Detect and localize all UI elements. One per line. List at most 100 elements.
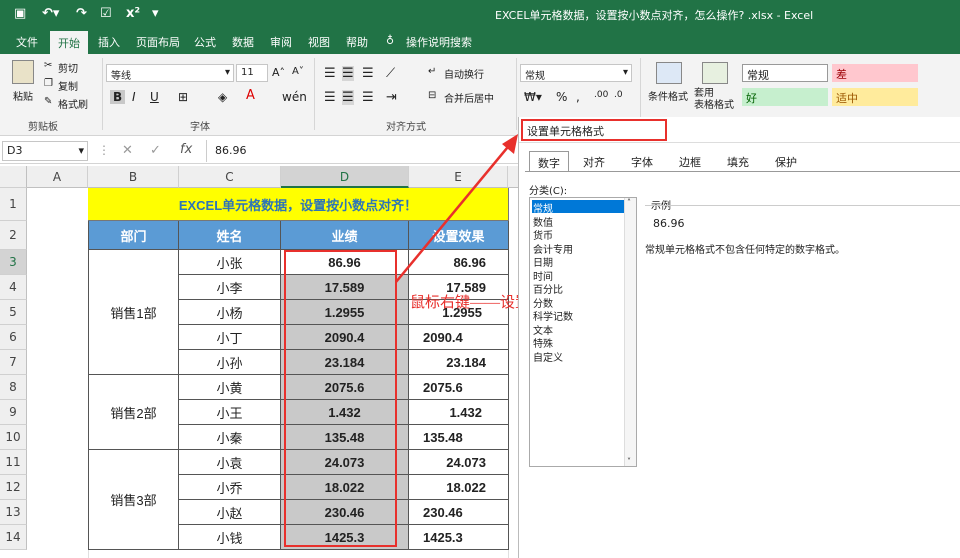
category-item[interactable]: 文本 bbox=[532, 322, 624, 337]
number-format-select[interactable]: 常规 ▾ bbox=[520, 64, 632, 82]
format-painter-icon[interactable]: ✎ bbox=[44, 96, 52, 107]
row-header-13[interactable]: 13 bbox=[0, 500, 27, 525]
category-item[interactable]: 数值 bbox=[532, 214, 624, 229]
row-header-12[interactable]: 12 bbox=[0, 475, 27, 500]
effect-cell[interactable]: 2075.6 bbox=[409, 375, 509, 400]
cut-icon[interactable]: ✂ bbox=[44, 60, 52, 71]
save-icon[interactable]: ▣ bbox=[14, 6, 26, 21]
header-name[interactable]: 姓名 bbox=[179, 221, 281, 250]
cut-button[interactable]: 剪切 bbox=[58, 60, 78, 75]
align-bottom-icon[interactable]: ☰ bbox=[362, 66, 374, 81]
tab-help[interactable]: 帮助 bbox=[344, 34, 370, 50]
category-list[interactable]: 常规 数值 货币 会计专用 日期 时间 百分比 分数 科学记数 文本 特殊 自定义 ˄ ˅ bbox=[529, 197, 637, 467]
name-cell[interactable]: 小孙 bbox=[179, 350, 281, 375]
header-department[interactable]: 部门 bbox=[88, 221, 179, 250]
department-cell[interactable]: 销售2部 bbox=[88, 375, 179, 450]
row-header-6[interactable]: 6 bbox=[0, 325, 27, 350]
category-item[interactable]: 会计专用 bbox=[532, 241, 624, 256]
category-item[interactable]: 分数 bbox=[532, 295, 624, 310]
conditional-format-button[interactable]: 条件格式 bbox=[648, 88, 688, 103]
category-item[interactable]: 时间 bbox=[532, 268, 624, 283]
dialog-tab-alignment[interactable]: 对齐 bbox=[575, 151, 613, 171]
row-header-10[interactable]: 10 bbox=[0, 425, 27, 450]
row-header-9[interactable]: 9 bbox=[0, 400, 27, 425]
enter-icon[interactable]: ✓ bbox=[150, 143, 161, 158]
redo-icon[interactable]: ↷ bbox=[76, 6, 87, 21]
paste-button[interactable]: 粘贴 bbox=[13, 88, 33, 103]
border-icon[interactable]: ⊞ bbox=[178, 90, 188, 104]
dialog-tab-font[interactable]: 字体 bbox=[623, 151, 661, 171]
tab-review[interactable]: 审阅 bbox=[268, 34, 294, 50]
name-cell[interactable]: 小赵 bbox=[179, 500, 281, 525]
format-painter-button[interactable]: 格式刷 bbox=[58, 96, 88, 111]
copy-button[interactable]: 复制 bbox=[58, 78, 78, 93]
dialog-tab-border[interactable]: 边框 bbox=[671, 151, 709, 171]
performance-cell[interactable]: 2075.6 bbox=[281, 375, 409, 400]
performance-cell[interactable]: 135.48 bbox=[281, 425, 409, 450]
effect-cell[interactable]: 135.48 bbox=[409, 425, 509, 450]
category-item[interactable]: 常规 bbox=[532, 200, 624, 215]
tab-insert[interactable]: 插入 bbox=[96, 34, 122, 50]
chevron-up-icon[interactable]: ˄ bbox=[627, 198, 631, 207]
align-right-icon[interactable]: ☰ bbox=[362, 90, 374, 105]
row-header-2[interactable]: 2 bbox=[0, 221, 27, 250]
name-cell[interactable]: 小丁 bbox=[179, 325, 281, 350]
conditional-format-icon[interactable] bbox=[656, 62, 682, 84]
chevron-down-icon[interactable]: ˅ bbox=[627, 457, 631, 466]
wrap-text-icon[interactable]: ↵ bbox=[428, 66, 436, 77]
italic-button[interactable]: I bbox=[132, 90, 136, 104]
tab-file[interactable]: 文件 bbox=[14, 34, 40, 50]
bold-button[interactable]: B bbox=[110, 90, 126, 104]
performance-cell[interactable]: 1.432 bbox=[281, 400, 409, 425]
row-header-4[interactable]: 4 bbox=[0, 275, 27, 300]
font-color-icon[interactable]: A bbox=[246, 88, 255, 103]
row-header-14[interactable]: 14 bbox=[0, 525, 27, 550]
customize-qat-icon[interactable]: ▾ bbox=[152, 6, 159, 21]
performance-cell[interactable]: 2090.4 bbox=[281, 325, 409, 350]
performance-cell[interactable]: 1425.3 bbox=[281, 525, 409, 550]
decrease-decimal-icon[interactable]: .0 bbox=[614, 90, 623, 100]
name-cell[interactable]: 小秦 bbox=[179, 425, 281, 450]
align-middle-icon[interactable]: ☰ bbox=[342, 66, 354, 81]
row-header-11[interactable]: 11 bbox=[0, 450, 27, 475]
name-cell[interactable]: 小钱 bbox=[179, 525, 281, 550]
effect-cell[interactable]: 230.46 bbox=[409, 500, 509, 525]
align-center-icon[interactable]: ☰ bbox=[342, 90, 354, 105]
tell-me-search[interactable]: 操作说明搜索 bbox=[404, 34, 474, 50]
style-neutral[interactable]: 适中 bbox=[832, 88, 918, 106]
name-box[interactable]: D3 ▾ bbox=[2, 141, 88, 161]
effect-cell[interactable]: 24.073 bbox=[409, 450, 509, 475]
name-cell[interactable]: 小张 bbox=[179, 250, 281, 275]
align-top-icon[interactable]: ☰ bbox=[324, 66, 336, 81]
align-left-icon[interactable]: ☰ bbox=[324, 90, 336, 105]
phonetic-icon[interactable]: wén bbox=[282, 90, 307, 104]
table-format-icon[interactable] bbox=[702, 62, 728, 84]
copy-icon[interactable]: ❐ bbox=[44, 78, 53, 89]
increase-decimal-icon[interactable]: .00 bbox=[594, 90, 608, 100]
name-cell[interactable]: 小杨 bbox=[179, 300, 281, 325]
dialog-tab-protection[interactable]: 保护 bbox=[767, 151, 805, 171]
font-name-select[interactable]: 等线 ▾ bbox=[106, 64, 234, 82]
shrink-font-icon[interactable]: A˅ bbox=[292, 66, 304, 77]
performance-cell[interactable]: 230.46 bbox=[281, 500, 409, 525]
merge-center-icon[interactable]: ⊟ bbox=[428, 90, 436, 101]
department-cell[interactable]: 销售3部 bbox=[88, 450, 179, 550]
row-header-8[interactable]: 8 bbox=[0, 375, 27, 400]
row-header-3[interactable]: 3 bbox=[0, 250, 27, 275]
merge-center-button[interactable]: 合并后居中 bbox=[444, 90, 494, 105]
tab-data[interactable]: 数据 bbox=[230, 34, 256, 50]
performance-cell[interactable]: 18.022 bbox=[281, 475, 409, 500]
performance-cell[interactable]: 24.073 bbox=[281, 450, 409, 475]
wrap-text-button[interactable]: 自动换行 bbox=[444, 66, 484, 81]
effect-cell[interactable]: 1.432 bbox=[409, 400, 509, 425]
paste-icon[interactable] bbox=[12, 60, 34, 84]
column-header-a[interactable]: A bbox=[27, 166, 88, 188]
table-format-button[interactable]: 套用 表格格式 bbox=[694, 88, 734, 112]
category-item[interactable]: 日期 bbox=[532, 254, 624, 269]
fill-color-icon[interactable]: ◈ bbox=[218, 90, 227, 104]
category-item[interactable]: 百分比 bbox=[532, 281, 624, 296]
list-scrollbar[interactable]: ˄ ˅ bbox=[624, 198, 636, 466]
category-item[interactable]: 货币 bbox=[532, 227, 624, 242]
name-cell[interactable]: 小王 bbox=[179, 400, 281, 425]
tab-formulas[interactable]: 公式 bbox=[192, 34, 218, 50]
